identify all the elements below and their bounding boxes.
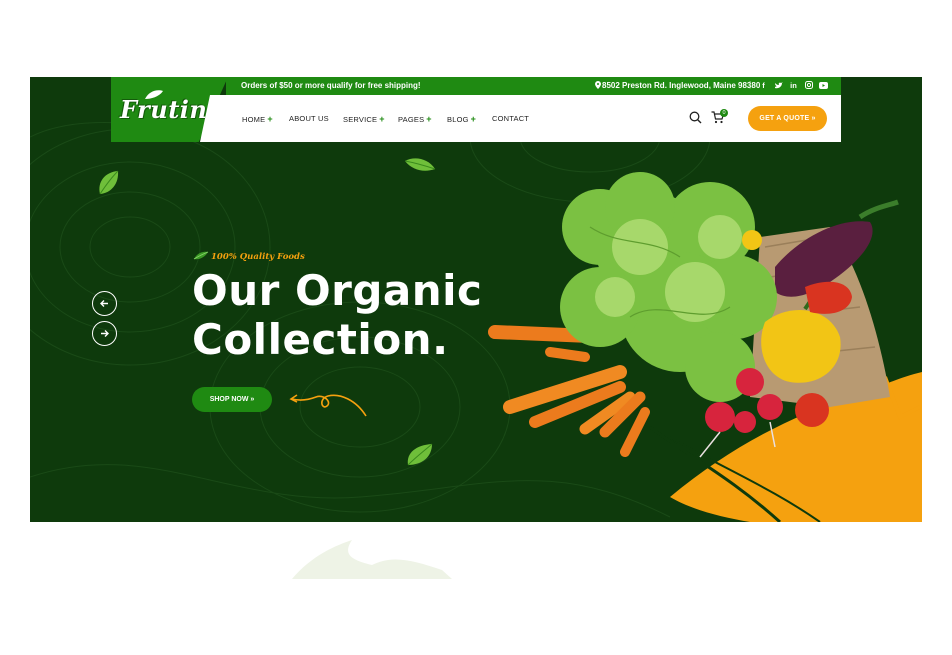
shop-now-button[interactable]: SHOP NOW »	[192, 387, 272, 412]
instagram-icon[interactable]	[804, 80, 813, 90]
brand-logo[interactable]: Frutin	[120, 95, 207, 124]
submenu-plus-icon: +	[470, 114, 477, 124]
submenu-plus-icon: +	[426, 114, 432, 124]
headline-line-1: Our Organic	[192, 266, 483, 315]
topbar-separator: |	[749, 80, 752, 89]
twitter-icon[interactable]	[774, 80, 783, 90]
decorative-brush-stroke	[292, 540, 452, 579]
leaf-icon	[407, 443, 433, 466]
shipping-promo: Orders of $50 or more qualify for free s…	[241, 81, 421, 90]
leaf-icon	[99, 170, 119, 195]
hero-headline: Our Organic Collection.	[192, 266, 482, 364]
curly-arrow-icon	[289, 394, 367, 417]
location-pin-icon	[595, 81, 601, 89]
get-a-quote-button[interactable]: GET A QUOTE »	[748, 106, 827, 131]
search-icon[interactable]	[689, 111, 702, 124]
nav-blog[interactable]: BLOG +	[447, 114, 476, 124]
arrow-left-icon	[100, 300, 108, 307]
next-slide-button[interactable]	[92, 321, 117, 346]
headline-line-2: Collection.	[192, 315, 449, 364]
leaf-icon	[193, 251, 209, 260]
cart-count-badge: 0	[720, 109, 728, 117]
store-address: 8502 Preston Rd. Inglewood, Maine 98380	[602, 81, 761, 90]
submenu-plus-icon: +	[267, 114, 273, 124]
top-bar: Orders of $50 or more qualify for free s…	[226, 77, 841, 95]
prev-slide-button[interactable]	[92, 291, 117, 316]
nav-about-us[interactable]: ABOUT US	[289, 114, 329, 123]
hero-tagline: 100% Quality Foods	[211, 252, 305, 262]
facebook-icon[interactable]: f	[759, 80, 768, 90]
linkedin-icon[interactable]: in	[789, 80, 798, 90]
leaf-icon	[404, 158, 436, 171]
nav-pages[interactable]: PAGES +	[398, 114, 432, 124]
submenu-plus-icon: +	[379, 114, 385, 124]
nav-contact[interactable]: CONTACT	[492, 114, 529, 123]
nav-service[interactable]: SERVICE +	[343, 114, 385, 124]
youtube-icon[interactable]	[819, 80, 828, 90]
arrow-right-icon	[101, 330, 109, 337]
nav-home[interactable]: HOME +	[242, 114, 273, 124]
social-links: f in	[759, 80, 828, 90]
